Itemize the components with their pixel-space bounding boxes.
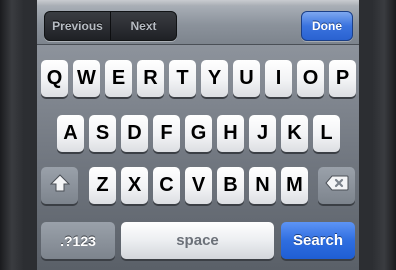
- keyboard-row-4: .?123 space Search: [37, 222, 359, 262]
- search-key[interactable]: Search: [281, 222, 355, 259]
- key-v[interactable]: V: [185, 167, 212, 204]
- previous-button[interactable]: Previous: [45, 12, 110, 40]
- key-g[interactable]: G: [185, 115, 212, 152]
- key-q[interactable]: Q: [41, 60, 68, 97]
- key-z[interactable]: Z: [89, 167, 116, 204]
- keyboard-row-3: Z X C V B N M: [37, 167, 359, 207]
- prev-next-segmented-control: Previous Next: [44, 11, 177, 41]
- keyboard-row-1: Q W E R T Y U I O P: [37, 60, 359, 100]
- key-h[interactable]: H: [217, 115, 244, 152]
- form-assistant-bar: Previous Next Done: [37, 6, 359, 45]
- key-s[interactable]: S: [89, 115, 116, 152]
- key-w[interactable]: W: [73, 60, 100, 97]
- keyboard: Q W E R T Y U I O P A S D F G H J K L Z …: [37, 45, 359, 270]
- key-e[interactable]: E: [105, 60, 132, 97]
- key-x[interactable]: X: [121, 167, 148, 204]
- done-button[interactable]: Done: [301, 11, 353, 41]
- key-a[interactable]: A: [57, 115, 84, 152]
- space-key[interactable]: space: [121, 222, 274, 259]
- next-button[interactable]: Next: [110, 12, 176, 40]
- key-l[interactable]: L: [313, 115, 340, 152]
- key-t[interactable]: T: [169, 60, 196, 97]
- key-j[interactable]: J: [249, 115, 276, 152]
- backspace-icon: [324, 175, 349, 196]
- key-f[interactable]: F: [153, 115, 180, 152]
- key-k[interactable]: K: [281, 115, 308, 152]
- key-o[interactable]: O: [297, 60, 324, 97]
- device-frame: Previous Next Done Q W E R T Y U I O P A…: [0, 0, 396, 270]
- key-d[interactable]: D: [121, 115, 148, 152]
- key-m[interactable]: M: [281, 167, 308, 204]
- key-b[interactable]: B: [217, 167, 244, 204]
- shift-key[interactable]: [41, 167, 78, 204]
- key-n[interactable]: N: [249, 167, 276, 204]
- shift-arrow-icon: [49, 174, 70, 197]
- key-p[interactable]: P: [329, 60, 356, 97]
- key-c[interactable]: C: [153, 167, 180, 204]
- delete-key[interactable]: [318, 167, 355, 204]
- screen: Previous Next Done Q W E R T Y U I O P A…: [37, 0, 359, 270]
- key-u[interactable]: U: [233, 60, 260, 97]
- key-r[interactable]: R: [137, 60, 164, 97]
- numbers-key[interactable]: .?123: [41, 222, 115, 259]
- keyboard-row-2: A S D F G H J K L: [37, 115, 359, 155]
- key-y[interactable]: Y: [201, 60, 228, 97]
- key-i[interactable]: I: [265, 60, 292, 97]
